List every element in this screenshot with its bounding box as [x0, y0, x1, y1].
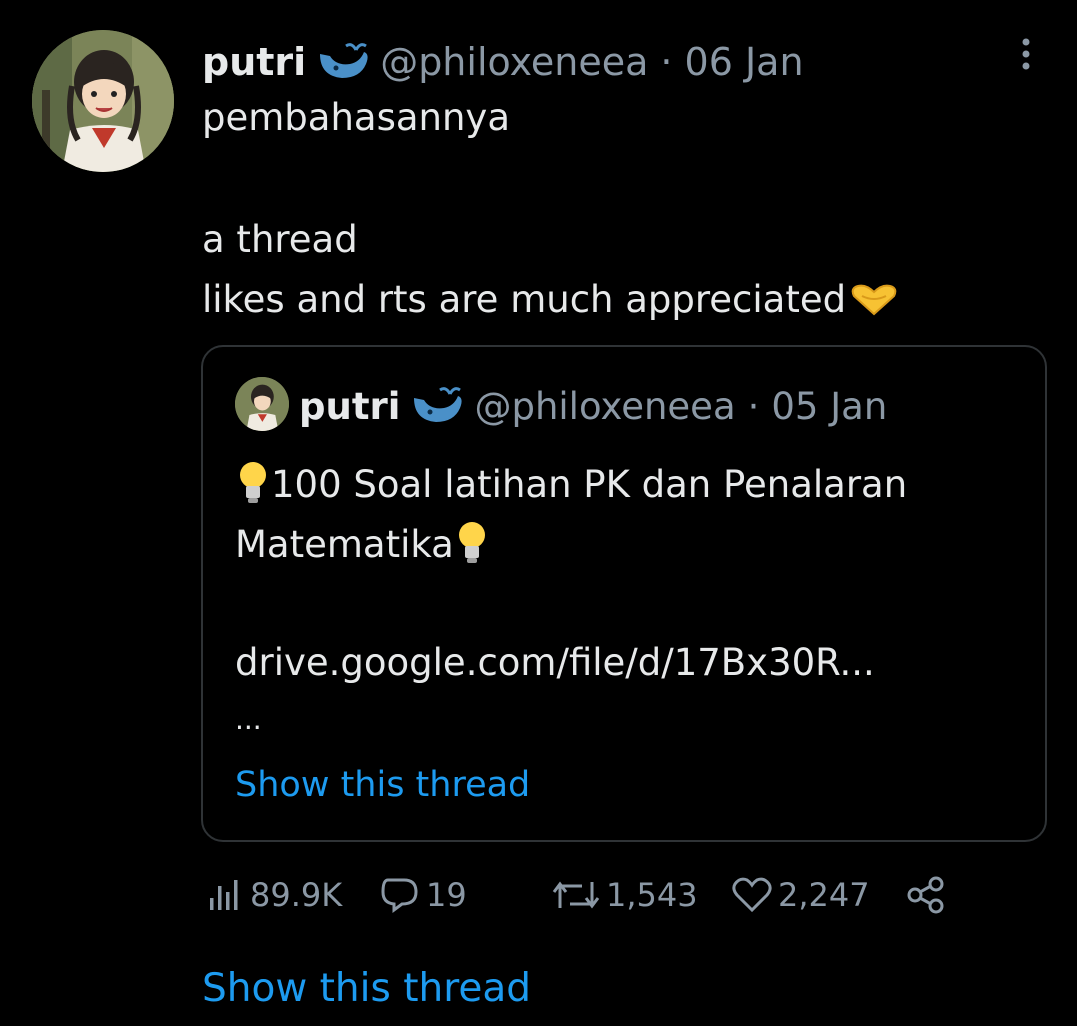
retweet-icon — [552, 881, 600, 909]
author-handle[interactable]: @philoxeneea — [380, 40, 648, 84]
quoted-text-line: 100 Soal latihan PK dan Penalaran — [235, 459, 907, 507]
light-bulb-emoji — [454, 519, 490, 567]
views-count: 89.9K — [250, 876, 343, 914]
separator: · — [747, 384, 760, 428]
tweet-date[interactable]: 06 Jan — [685, 40, 804, 84]
tweet-text-line: a thread — [202, 218, 358, 261]
retweet-count: 1,543 — [606, 876, 698, 914]
avatar-image — [32, 30, 174, 172]
quoted-link[interactable]: drive.google.com/file/d/17Bx30R... — [235, 641, 875, 684]
tweet-actions: 89.9K 19 1,543 2,247 — [208, 872, 968, 918]
views-button[interactable]: 89.9K — [208, 872, 342, 918]
quoted-show-thread-link[interactable]: Show this thread — [235, 765, 530, 805]
heart-hands-emoji — [848, 282, 900, 316]
whale-icon — [316, 40, 372, 84]
author-name[interactable]: putri — [202, 40, 306, 84]
tweet-text-line: pembahasannya — [202, 96, 510, 139]
quoted-header: putri @philoxeneea · 05 Jan — [299, 381, 887, 431]
quoted-tweet[interactable]: putri @philoxeneea · 05 Jan 100 Soal lat… — [201, 345, 1047, 842]
quoted-handle: @philoxeneea — [474, 384, 736, 428]
quoted-ellipsis: ... — [235, 703, 262, 736]
quoted-text-line: Matematika — [235, 519, 490, 567]
tweet-header: putri @philoxeneea · 06 Jan — [202, 34, 804, 90]
reply-icon — [381, 878, 418, 913]
quoted-date: 05 Jan — [771, 384, 888, 428]
tweet-text-content: likes and rts are much appreciated — [202, 278, 847, 321]
quoted-avatar — [235, 377, 289, 431]
retweet-button[interactable]: 1,543 — [552, 872, 698, 918]
views-icon — [210, 880, 238, 910]
show-thread-link[interactable]: Show this thread — [202, 966, 531, 1011]
heart-icon — [732, 877, 772, 913]
tweet-text-line: likes and rts are much appreciated — [202, 278, 900, 321]
quoted-text: Matematika — [235, 523, 454, 566]
like-button[interactable]: 2,247 — [732, 872, 870, 918]
quoted-author-name: putri — [299, 384, 401, 428]
reply-button[interactable]: 19 — [380, 872, 467, 918]
avatar[interactable] — [32, 30, 174, 172]
share-button[interactable] — [906, 872, 946, 918]
separator: · — [660, 40, 673, 84]
more-vertical-icon[interactable] — [1016, 36, 1036, 76]
whale-icon — [410, 384, 466, 428]
like-count: 2,247 — [778, 876, 870, 914]
reply-count: 19 — [426, 876, 467, 914]
quoted-text: 100 Soal latihan PK dan Penalaran — [271, 463, 908, 506]
share-icon — [907, 876, 944, 914]
light-bulb-emoji — [235, 459, 271, 507]
